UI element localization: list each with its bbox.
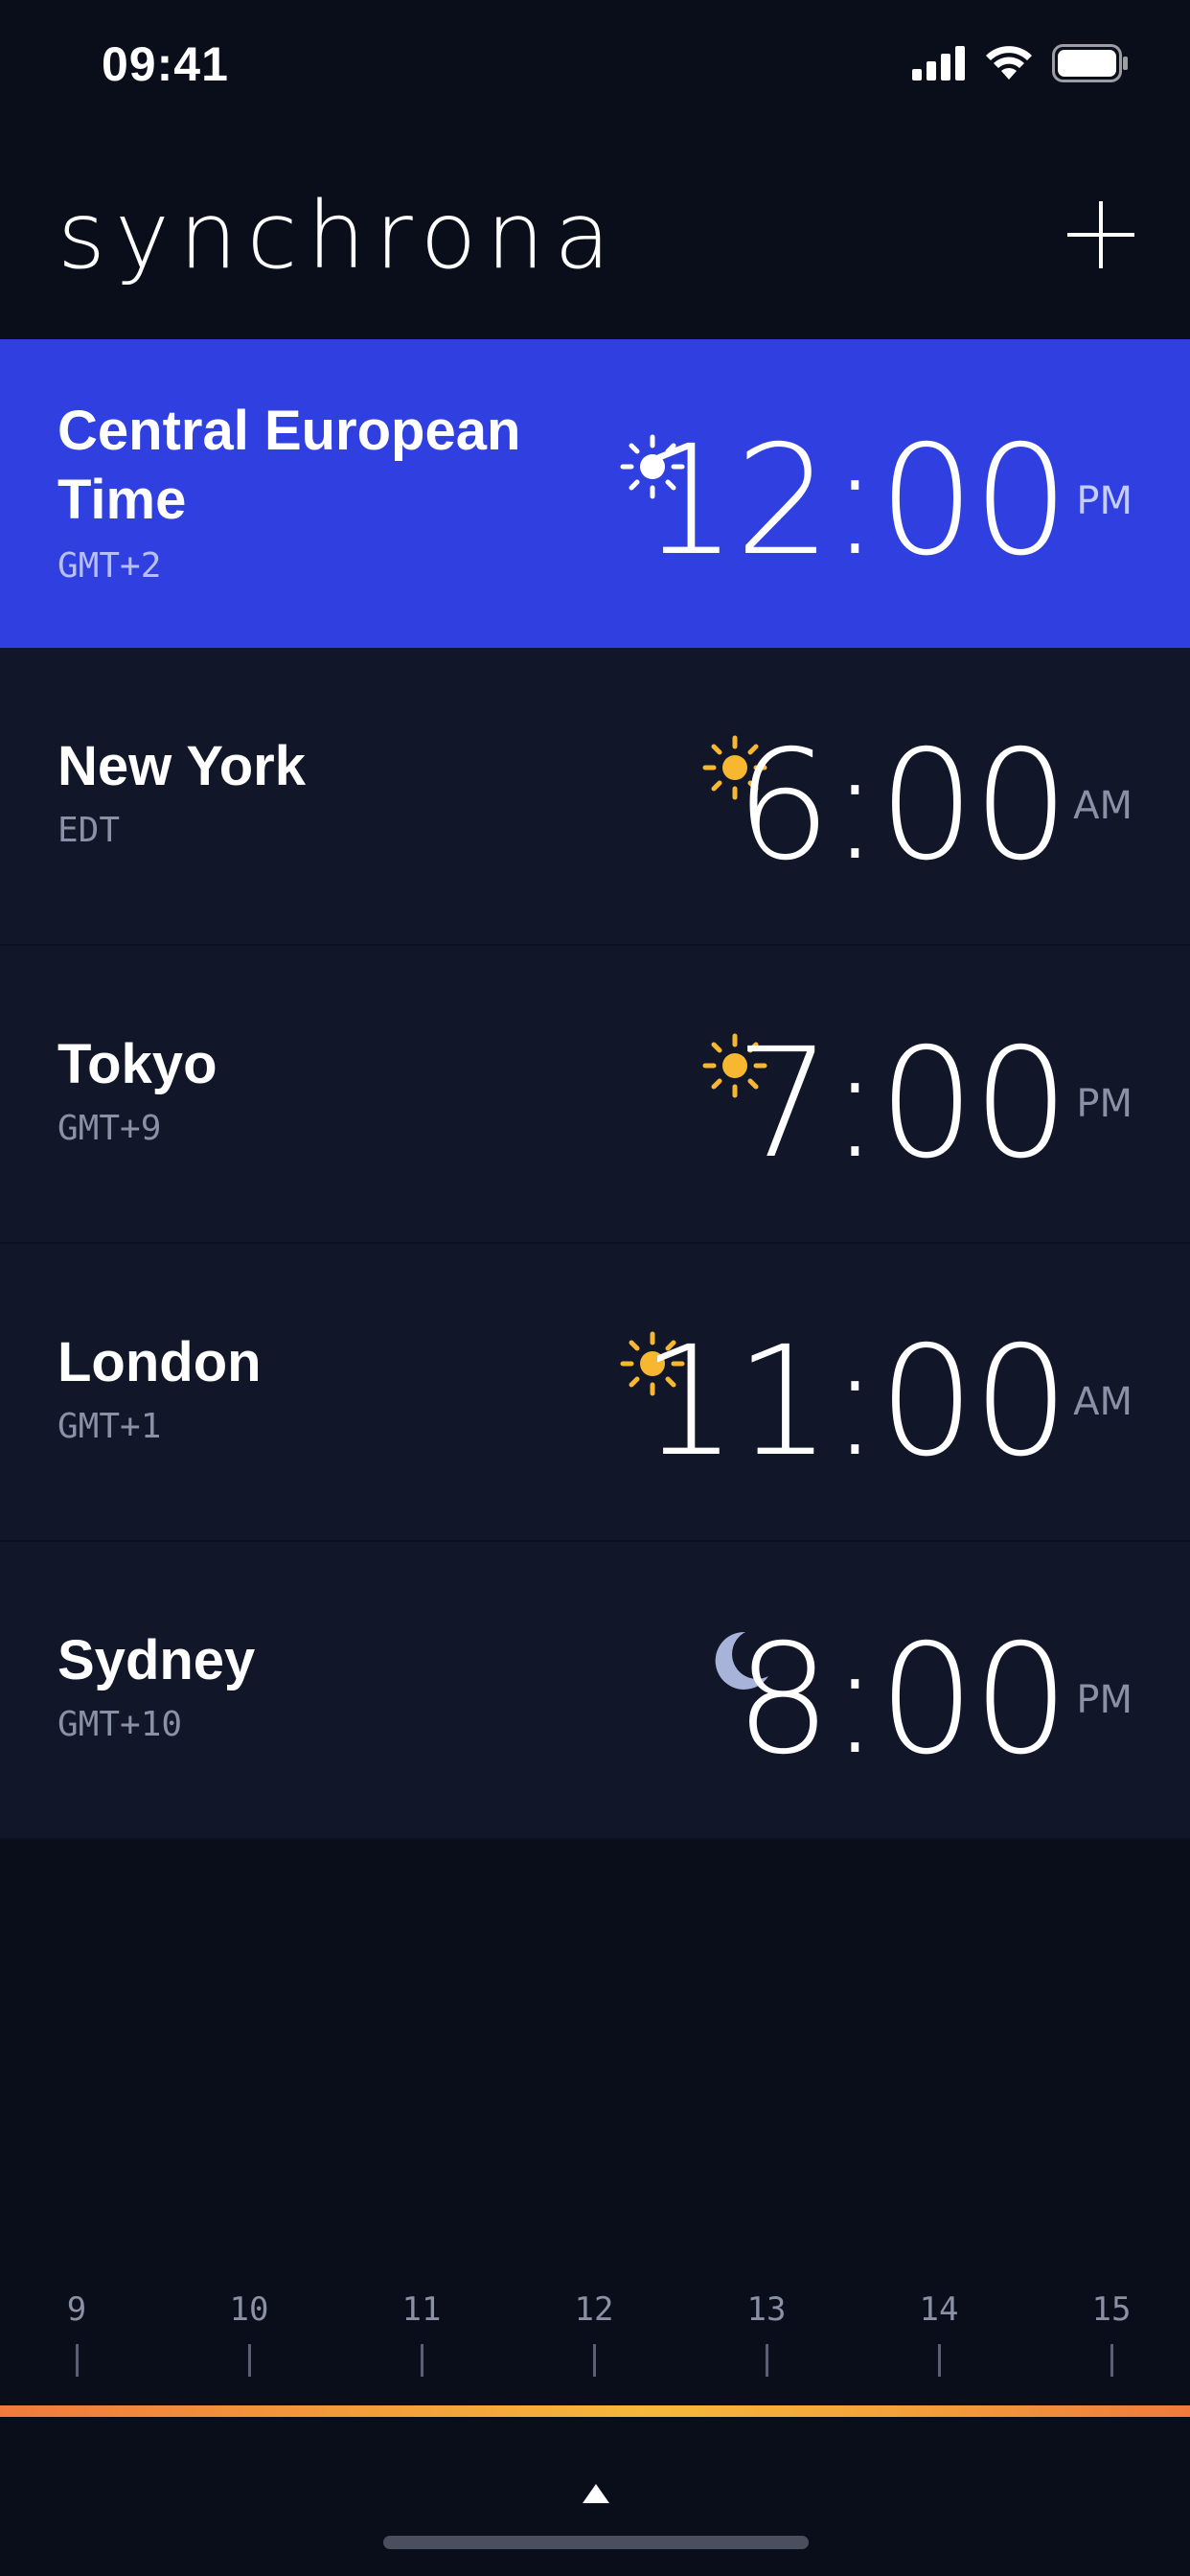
zone-name: London [57, 1331, 262, 1393]
zone-ampm: AM [1073, 784, 1133, 828]
zone-offset: GMT+10 [57, 1705, 183, 1744]
battery-icon [1052, 44, 1128, 82]
signal-icon [912, 46, 965, 80]
tick-mark [420, 2344, 423, 2377]
timeline-tick: 10 [220, 2290, 278, 2377]
home-indicator[interactable] [383, 2536, 809, 2549]
status-bar: 09:41 [0, 0, 1190, 134]
zone-name: Tokyo [57, 1033, 217, 1095]
tick-label: 9 [66, 2290, 87, 2329]
zone-offset: EDT [57, 811, 121, 850]
tick-label: 11 [401, 2290, 442, 2329]
tick-mark [765, 2344, 768, 2377]
timeline-tick: 12 [565, 2290, 623, 2377]
zone-row-london[interactable]: London GMT+1 11:00 AM [0, 1244, 1190, 1542]
status-icons [912, 42, 1129, 84]
tick-mark [247, 2344, 251, 2377]
timeline-tick: 14 [910, 2290, 968, 2377]
zone-row-cet[interactable]: Central European Time GMT+2 12:00 PM [0, 339, 1190, 648]
tick-label: 13 [746, 2290, 787, 2329]
zone-list: Central European Time GMT+2 12:00 PM New… [0, 339, 1190, 1840]
zone-name: New York [57, 735, 306, 797]
hour-timeline[interactable]: 9 10 11 12 13 14 15 [0, 2290, 1190, 2425]
tick-label: 10 [229, 2290, 269, 2329]
tick-mark [937, 2344, 941, 2377]
tick-label: 15 [1091, 2290, 1132, 2329]
zone-name: Central European Time [57, 400, 521, 531]
zone-ampm: AM [1073, 1380, 1133, 1424]
timeline-tick: 11 [393, 2290, 450, 2377]
daylight-gradient-bar [0, 2405, 1190, 2417]
zone-offset: GMT+2 [57, 546, 162, 586]
timeline-tick: 9 [48, 2290, 105, 2377]
zone-row-new-york[interactable]: New York EDT 6:00 AM [0, 648, 1190, 946]
zone-time: 12:00 [640, 413, 1069, 589]
zone-row-tokyo[interactable]: Tokyo GMT+9 7:00 PM [0, 946, 1190, 1244]
zone-time: 11:00 [640, 1314, 1069, 1490]
zone-offset: GMT+9 [57, 1109, 162, 1148]
app-title: synchrona [57, 182, 621, 289]
timeline-tick: 13 [738, 2290, 795, 2377]
timeline-tick: 15 [1083, 2290, 1140, 2377]
zone-time: 8:00 [735, 1612, 1069, 1788]
zone-time: 6:00 [735, 718, 1069, 894]
add-zone-button[interactable] [1067, 201, 1134, 268]
expand-up-arrow-icon[interactable] [581, 2482, 611, 2505]
tick-label: 12 [574, 2290, 614, 2329]
tick-mark [1110, 2344, 1113, 2377]
tick-mark [592, 2344, 596, 2377]
zone-ampm: PM [1076, 1082, 1133, 1126]
zone-time: 7:00 [735, 1016, 1069, 1192]
zone-ampm: PM [1076, 1678, 1133, 1722]
zone-row-sydney[interactable]: Sydney GMT+10 8:00 PM [0, 1542, 1190, 1840]
wifi-icon [986, 46, 1032, 80]
app-header: synchrona [0, 134, 1190, 339]
zone-ampm: PM [1076, 479, 1133, 523]
zone-name: Sydney [57, 1629, 256, 1691]
tick-label: 14 [919, 2290, 959, 2329]
tick-mark [75, 2344, 79, 2377]
status-time: 09:41 [102, 37, 229, 91]
zone-offset: GMT+1 [57, 1407, 162, 1446]
